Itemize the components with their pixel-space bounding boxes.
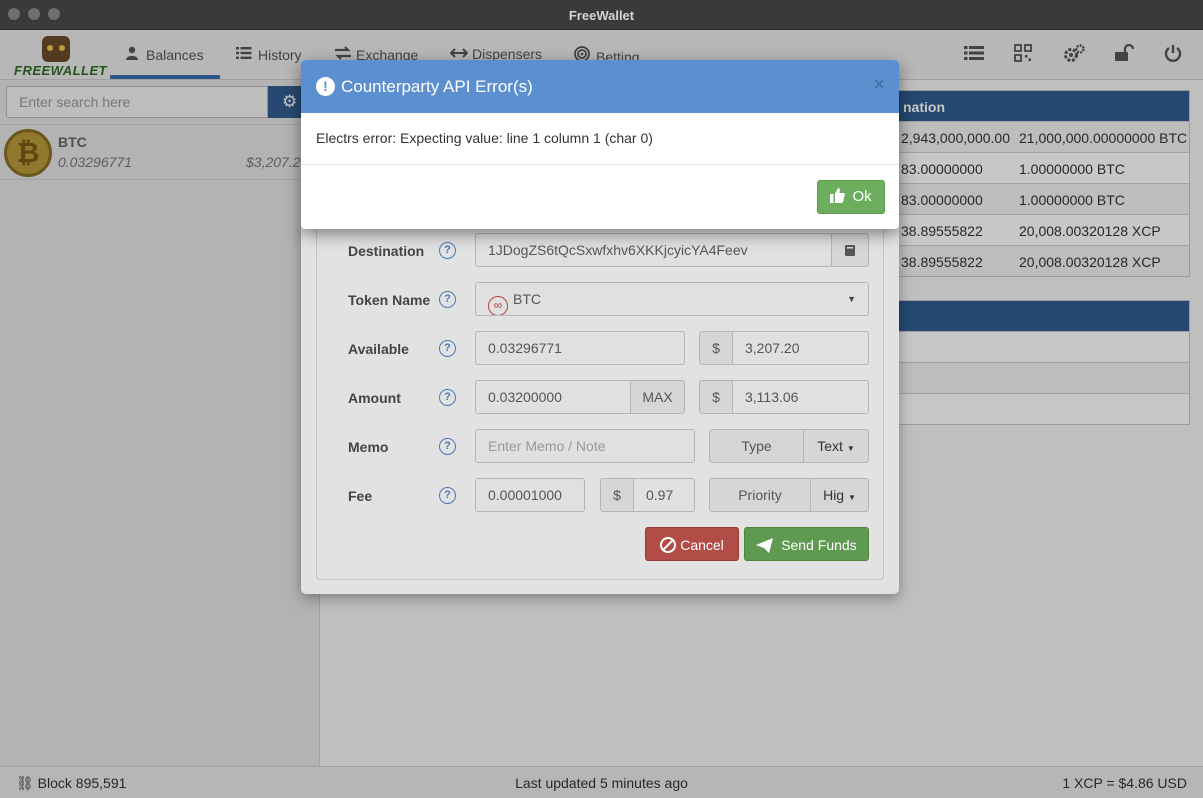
book-icon [844,242,856,258]
type-addon: Type [709,429,804,463]
caret-down-icon: ▼ [847,294,856,304]
destination-input[interactable]: 1JDogZS6tQcSxwfxhv6XKKjcyicYA4Feev [475,233,832,267]
memo-input[interactable]: Enter Memo / Note [475,429,695,463]
fee-input[interactable]: 0.00001000 [475,478,585,512]
ok-button[interactable]: Ok [817,180,885,214]
help-icon[interactable]: ? [439,291,456,308]
ok-label: Ok [852,188,872,205]
token-select[interactable]: ∞ BTC ▼ [475,282,869,316]
send-form: Destination ? 1JDogZS6tQcSxwfxhv6XKKjcyi… [316,223,884,580]
available-label: Available [348,341,409,357]
exclamation-circle-icon: ! [316,77,335,96]
send-funds-button[interactable]: Send Funds [744,527,869,561]
window-titlebar: FreeWallet [0,0,1203,30]
destination-label: Destination [348,243,425,259]
modal-title: Counterparty API Error(s) [341,77,533,96]
priority-dropdown[interactable]: Hig ▼ [810,478,869,512]
help-icon[interactable]: ? [439,438,456,455]
amount-label: Amount [348,390,401,406]
modal-header: ! Counterparty API Error(s) × [301,60,899,113]
fee-usd-input[interactable]: 0.97 [633,478,695,512]
fee-label: Fee [348,488,373,504]
available-usd-input: 3,207.20 [732,331,869,365]
currency-addon: $ [699,331,733,365]
token-value: BTC [513,291,541,307]
send-funds-dialog: Destination ? 1JDogZS6tQcSxwfxhv6XKKjcyi… [301,223,899,594]
token-logo-icon: ∞ [488,296,508,315]
amount-input[interactable]: 0.03200000 [475,380,631,414]
help-icon[interactable]: ? [439,389,456,406]
api-error-modal: ! Counterparty API Error(s) × Electrs er… [301,60,899,229]
window-title: FreeWallet [568,8,635,23]
currency-addon: $ [699,380,733,414]
thumbs-up-icon [830,188,852,205]
memo-label: Memo [348,439,389,455]
token-name-label: Token Name [348,292,431,308]
amount-usd-input[interactable]: 3,113.06 [732,380,869,414]
max-button[interactable]: MAX [630,380,685,414]
cancel-label: Cancel [680,537,724,553]
cancel-button[interactable]: Cancel [645,527,739,561]
close-icon[interactable]: × [873,75,885,95]
address-book-button[interactable] [831,233,869,267]
help-icon[interactable]: ? [439,340,456,357]
currency-addon: $ [600,478,634,512]
paper-plane-icon [756,537,781,553]
priority-value: Hig [823,487,845,503]
send-label: Send Funds [781,537,857,553]
priority-addon: Priority [709,478,811,512]
modal-message: Electrs error: Expecting value: line 1 c… [301,113,899,165]
caret-down-icon: ▼ [847,493,856,502]
available-input: 0.03296771 [475,331,685,365]
caret-down-icon: ▼ [846,444,855,453]
help-icon[interactable]: ? [439,487,456,504]
type-dropdown[interactable]: Text ▼ [803,429,869,463]
help-icon[interactable]: ? [439,242,456,259]
type-value: Text [817,438,843,454]
ban-icon [660,537,677,553]
